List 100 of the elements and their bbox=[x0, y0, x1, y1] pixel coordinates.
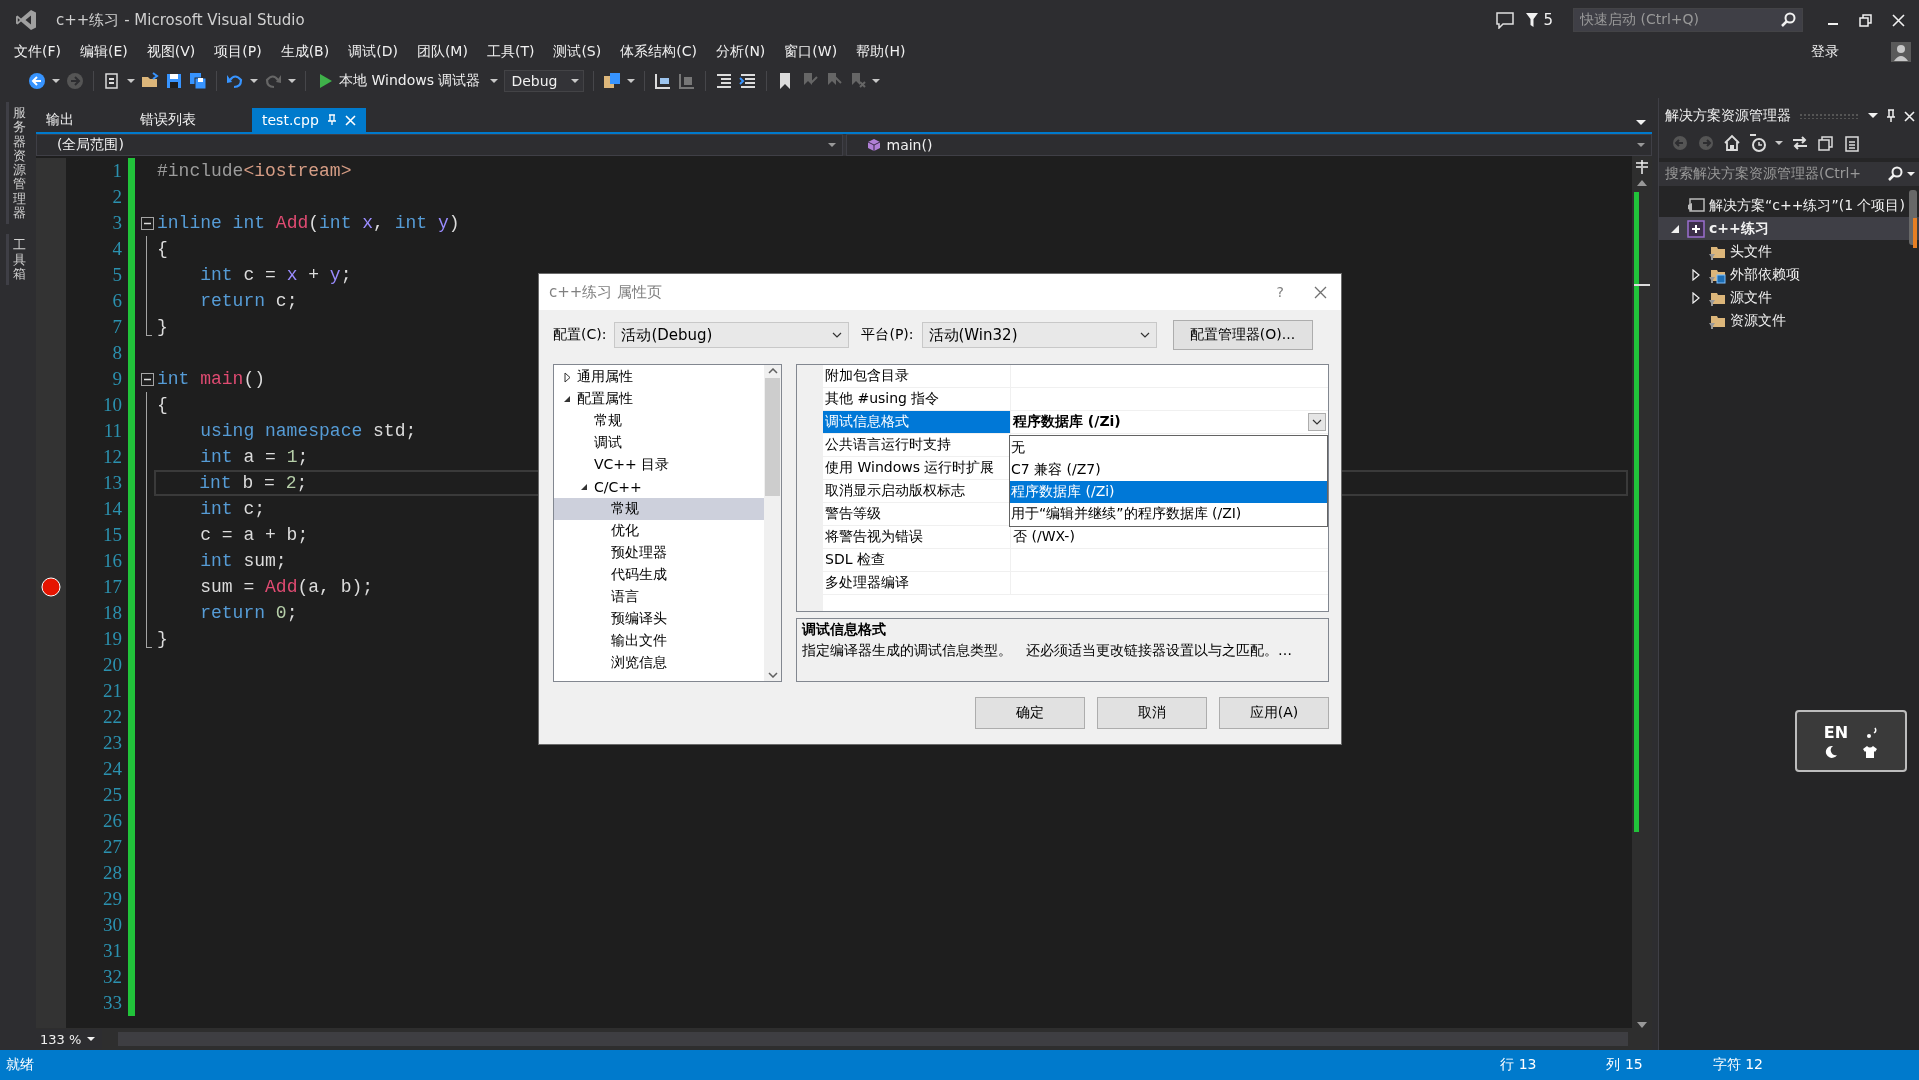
scroll-down-icon[interactable] bbox=[767, 672, 778, 678]
search-field[interactable]: 搜索解决方案资源管理器(Ctrl+ bbox=[1659, 162, 1919, 186]
caret-icon[interactable] bbox=[52, 78, 60, 84]
scroll-up-icon[interactable] bbox=[1637, 180, 1647, 186]
tree-item[interactable]: C/C++ bbox=[554, 476, 764, 498]
restore-icon[interactable] bbox=[1859, 13, 1872, 27]
tree-item[interactable]: 常规 bbox=[554, 498, 764, 520]
dropdown-option[interactable]: C7 兼容 (/Z7) bbox=[1010, 459, 1327, 481]
uncomment-icon[interactable] bbox=[739, 72, 758, 90]
menu-item[interactable]: 视图(V) bbox=[140, 43, 205, 61]
comment-icon[interactable] bbox=[715, 72, 734, 90]
search-icon[interactable] bbox=[1780, 12, 1796, 28]
platform-dropdown[interactable]: 活动(Win32) bbox=[921, 322, 1157, 348]
expanded-icon[interactable] bbox=[563, 395, 571, 403]
menu-item[interactable]: 调试(D) bbox=[342, 43, 407, 61]
menu-item[interactable]: 生成(B) bbox=[274, 43, 339, 61]
properties-icon[interactable] bbox=[1843, 134, 1861, 152]
search-icon[interactable] bbox=[1887, 166, 1903, 182]
dialog-button[interactable]: 应用(A) bbox=[1219, 697, 1329, 729]
tree-item[interactable]: 通用属性 bbox=[554, 366, 764, 388]
caret-icon[interactable] bbox=[127, 78, 135, 84]
caret-icon[interactable] bbox=[288, 78, 296, 84]
dialog-button[interactable]: 取消 bbox=[1097, 697, 1207, 729]
new-project-icon[interactable] bbox=[103, 72, 121, 90]
caret-icon[interactable] bbox=[1775, 140, 1783, 146]
notification-button[interactable]: 5 bbox=[1525, 11, 1553, 29]
save-icon[interactable] bbox=[165, 72, 183, 90]
caret-icon[interactable] bbox=[490, 78, 499, 84]
open-folder-icon[interactable] bbox=[141, 72, 159, 90]
tree-item[interactable]: 预处理器 bbox=[554, 542, 764, 564]
menu-item[interactable]: 测试(S) bbox=[547, 43, 611, 61]
split-icon[interactable] bbox=[1635, 160, 1649, 174]
tree-item[interactable]: 外部依赖项 bbox=[1659, 263, 1919, 286]
tab-list-icon[interactable] bbox=[1636, 120, 1646, 126]
dropdown-option[interactable]: 用于“编辑并继续”的程序数据库 (/ZI) bbox=[1010, 503, 1327, 525]
tree-item[interactable]: 源文件 bbox=[1659, 286, 1919, 309]
start-debugging-button[interactable]: 本地 Windows 调试器 bbox=[315, 70, 485, 92]
caret-icon[interactable] bbox=[1907, 171, 1915, 177]
collapse-icon[interactable] bbox=[140, 216, 154, 230]
configuration-manager-button[interactable]: 配置管理器(O)... bbox=[1172, 320, 1313, 350]
tree-item[interactable]: 调试 bbox=[554, 432, 764, 454]
dropdown-option[interactable]: 无 bbox=[1010, 437, 1327, 459]
caret-icon[interactable] bbox=[627, 78, 636, 84]
back-icon[interactable] bbox=[28, 72, 46, 90]
dropdown-button-icon[interactable] bbox=[1308, 413, 1326, 431]
menu-item[interactable]: 窗口(W) bbox=[778, 43, 847, 61]
pin-icon[interactable] bbox=[1886, 109, 1896, 123]
menu-item[interactable]: 分析(N) bbox=[709, 43, 775, 61]
tree-item[interactable]: 输出文件 bbox=[554, 630, 764, 652]
quick-launch-field[interactable]: 快速启动 (Ctrl+Q) bbox=[1573, 8, 1803, 32]
collapse-all-icon[interactable] bbox=[1817, 134, 1835, 152]
scrollbar-thumb[interactable] bbox=[765, 378, 780, 496]
collapse-icon[interactable] bbox=[140, 372, 154, 386]
menu-item[interactable]: 团队(M) bbox=[410, 43, 477, 61]
dropdown-option[interactable]: 程序数据库 (/Zi) bbox=[1010, 481, 1327, 503]
help-button[interactable]: ? bbox=[1276, 284, 1284, 300]
account-icon[interactable] bbox=[1891, 42, 1911, 62]
save-all-icon[interactable] bbox=[189, 72, 207, 90]
menu-item[interactable]: 编辑(E) bbox=[74, 43, 137, 61]
document-tab[interactable]: 错误列表 bbox=[130, 108, 206, 132]
tree-item[interactable]: c++练习 bbox=[1659, 217, 1919, 240]
history-icon[interactable] bbox=[1749, 134, 1767, 152]
redo-icon[interactable] bbox=[264, 72, 282, 90]
property-name[interactable]: 调试信息格式 bbox=[823, 411, 1011, 434]
member-dropdown[interactable]: main() bbox=[845, 134, 1652, 156]
home-icon[interactable] bbox=[1723, 134, 1741, 152]
tree-item[interactable]: 解决方案“c++练习”(1 个项目) bbox=[1659, 194, 1919, 217]
menu-item[interactable]: 体系结构(C) bbox=[614, 43, 706, 61]
configuration-dropdown[interactable]: Debug bbox=[504, 70, 585, 92]
menu-item[interactable]: 文件(F) bbox=[8, 43, 70, 61]
expanded-icon[interactable] bbox=[1670, 223, 1680, 234]
tree-item[interactable]: VC++ 目录 bbox=[554, 454, 764, 476]
tree-item[interactable]: 语言 bbox=[554, 586, 764, 608]
property-name[interactable]: SDL 检查 bbox=[823, 549, 1011, 572]
scroll-up-icon[interactable] bbox=[767, 368, 778, 374]
tree-item[interactable]: 常规 bbox=[554, 410, 764, 432]
configuration-dropdown[interactable]: 活动(Debug) bbox=[614, 322, 850, 348]
feedback-icon[interactable] bbox=[1495, 11, 1516, 29]
caret-icon[interactable] bbox=[250, 78, 258, 84]
scope-dropdown[interactable]: (全局范围) bbox=[36, 134, 843, 156]
caret-icon[interactable] bbox=[872, 78, 881, 84]
collapsed-icon[interactable] bbox=[563, 371, 571, 383]
tree-item[interactable]: 预编译头 bbox=[554, 608, 764, 630]
breakpoint-icon[interactable] bbox=[41, 577, 61, 597]
tree-item[interactable]: 代码生成 bbox=[554, 564, 764, 586]
menu-item[interactable]: 工具(T) bbox=[480, 43, 544, 61]
dialog-button[interactable]: 确定 bbox=[975, 697, 1085, 729]
tree-item[interactable]: 头文件 bbox=[1659, 240, 1919, 263]
property-name[interactable]: 多处理器编译 bbox=[823, 572, 1011, 595]
menu-item[interactable]: 项目(P) bbox=[208, 43, 271, 61]
expanded-icon[interactable] bbox=[580, 483, 588, 491]
ime-indicator[interactable]: EN bbox=[1795, 710, 1907, 772]
property-name[interactable]: 附加包含目录 bbox=[823, 365, 1011, 388]
document-tab[interactable]: 输出 bbox=[36, 108, 84, 132]
tree-item[interactable]: 优化 bbox=[554, 520, 764, 542]
menu-item[interactable]: 帮助(H) bbox=[850, 43, 915, 61]
tree-item[interactable]: 资源文件 bbox=[1659, 309, 1919, 332]
caret-icon[interactable] bbox=[1868, 113, 1878, 119]
property-name[interactable]: 将警告视为错误 bbox=[823, 526, 1011, 549]
find-in-files-icon[interactable] bbox=[603, 72, 622, 90]
